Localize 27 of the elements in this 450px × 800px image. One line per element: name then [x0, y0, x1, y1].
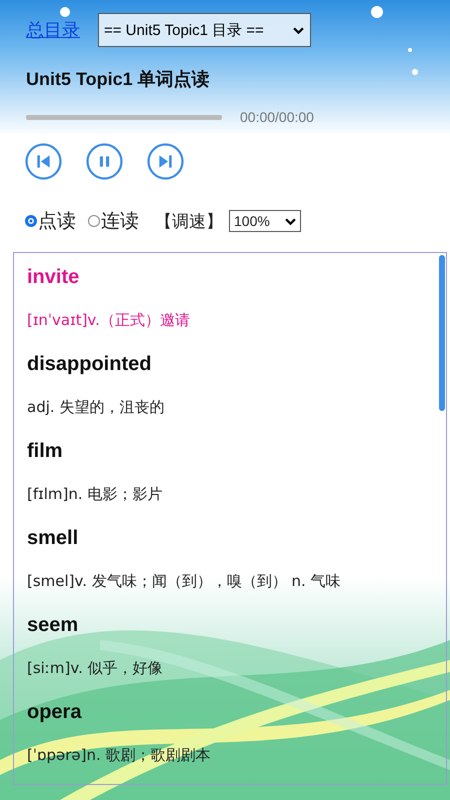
skip-back-icon	[25, 143, 62, 180]
word-text[interactable]: opera	[27, 692, 446, 732]
word-text[interactable]: seem	[27, 605, 446, 645]
word-text[interactable]: disappointed	[27, 344, 446, 384]
chevron-icon	[285, 218, 296, 224]
previous-button[interactable]	[25, 143, 62, 180]
word-text[interactable]: smell	[27, 518, 446, 558]
skip-forward-icon	[147, 143, 184, 180]
time-display: 00:00/00:00	[240, 109, 314, 125]
word-meaning: [smel]v. 发气味；闻（到），嗅（到） n. 气味	[27, 571, 342, 592]
word-meaning: [fɪlm]n. 电影；影片	[27, 484, 164, 505]
pause-button[interactable]	[86, 143, 123, 180]
word-meaning: adj. 失望的，沮丧的	[27, 397, 166, 418]
speed-select[interactable]: 100%	[229, 210, 301, 232]
speed-label: 【调速】	[155, 210, 223, 232]
word-meaning: [siːm]v. 似乎，好像	[27, 658, 164, 679]
mode-radio[interactable]: 点读	[25, 208, 76, 234]
page-title: Unit5 Topic1 单词点读	[26, 68, 211, 91]
scrollbar-thumb[interactable]	[439, 255, 445, 411]
next-button[interactable]	[147, 143, 184, 180]
word-text[interactable]: film	[27, 431, 446, 471]
word-text[interactable]: invite	[27, 257, 446, 297]
mode-radio[interactable]: 连读	[88, 208, 139, 234]
word-meaning: [ɪnˈvaɪt]v.（正式）邀请	[27, 310, 191, 331]
unit-select[interactable]: == Unit5 Topic1 目录 ==	[98, 13, 311, 47]
chevron-icon	[293, 26, 304, 34]
pause-icon	[86, 143, 123, 180]
